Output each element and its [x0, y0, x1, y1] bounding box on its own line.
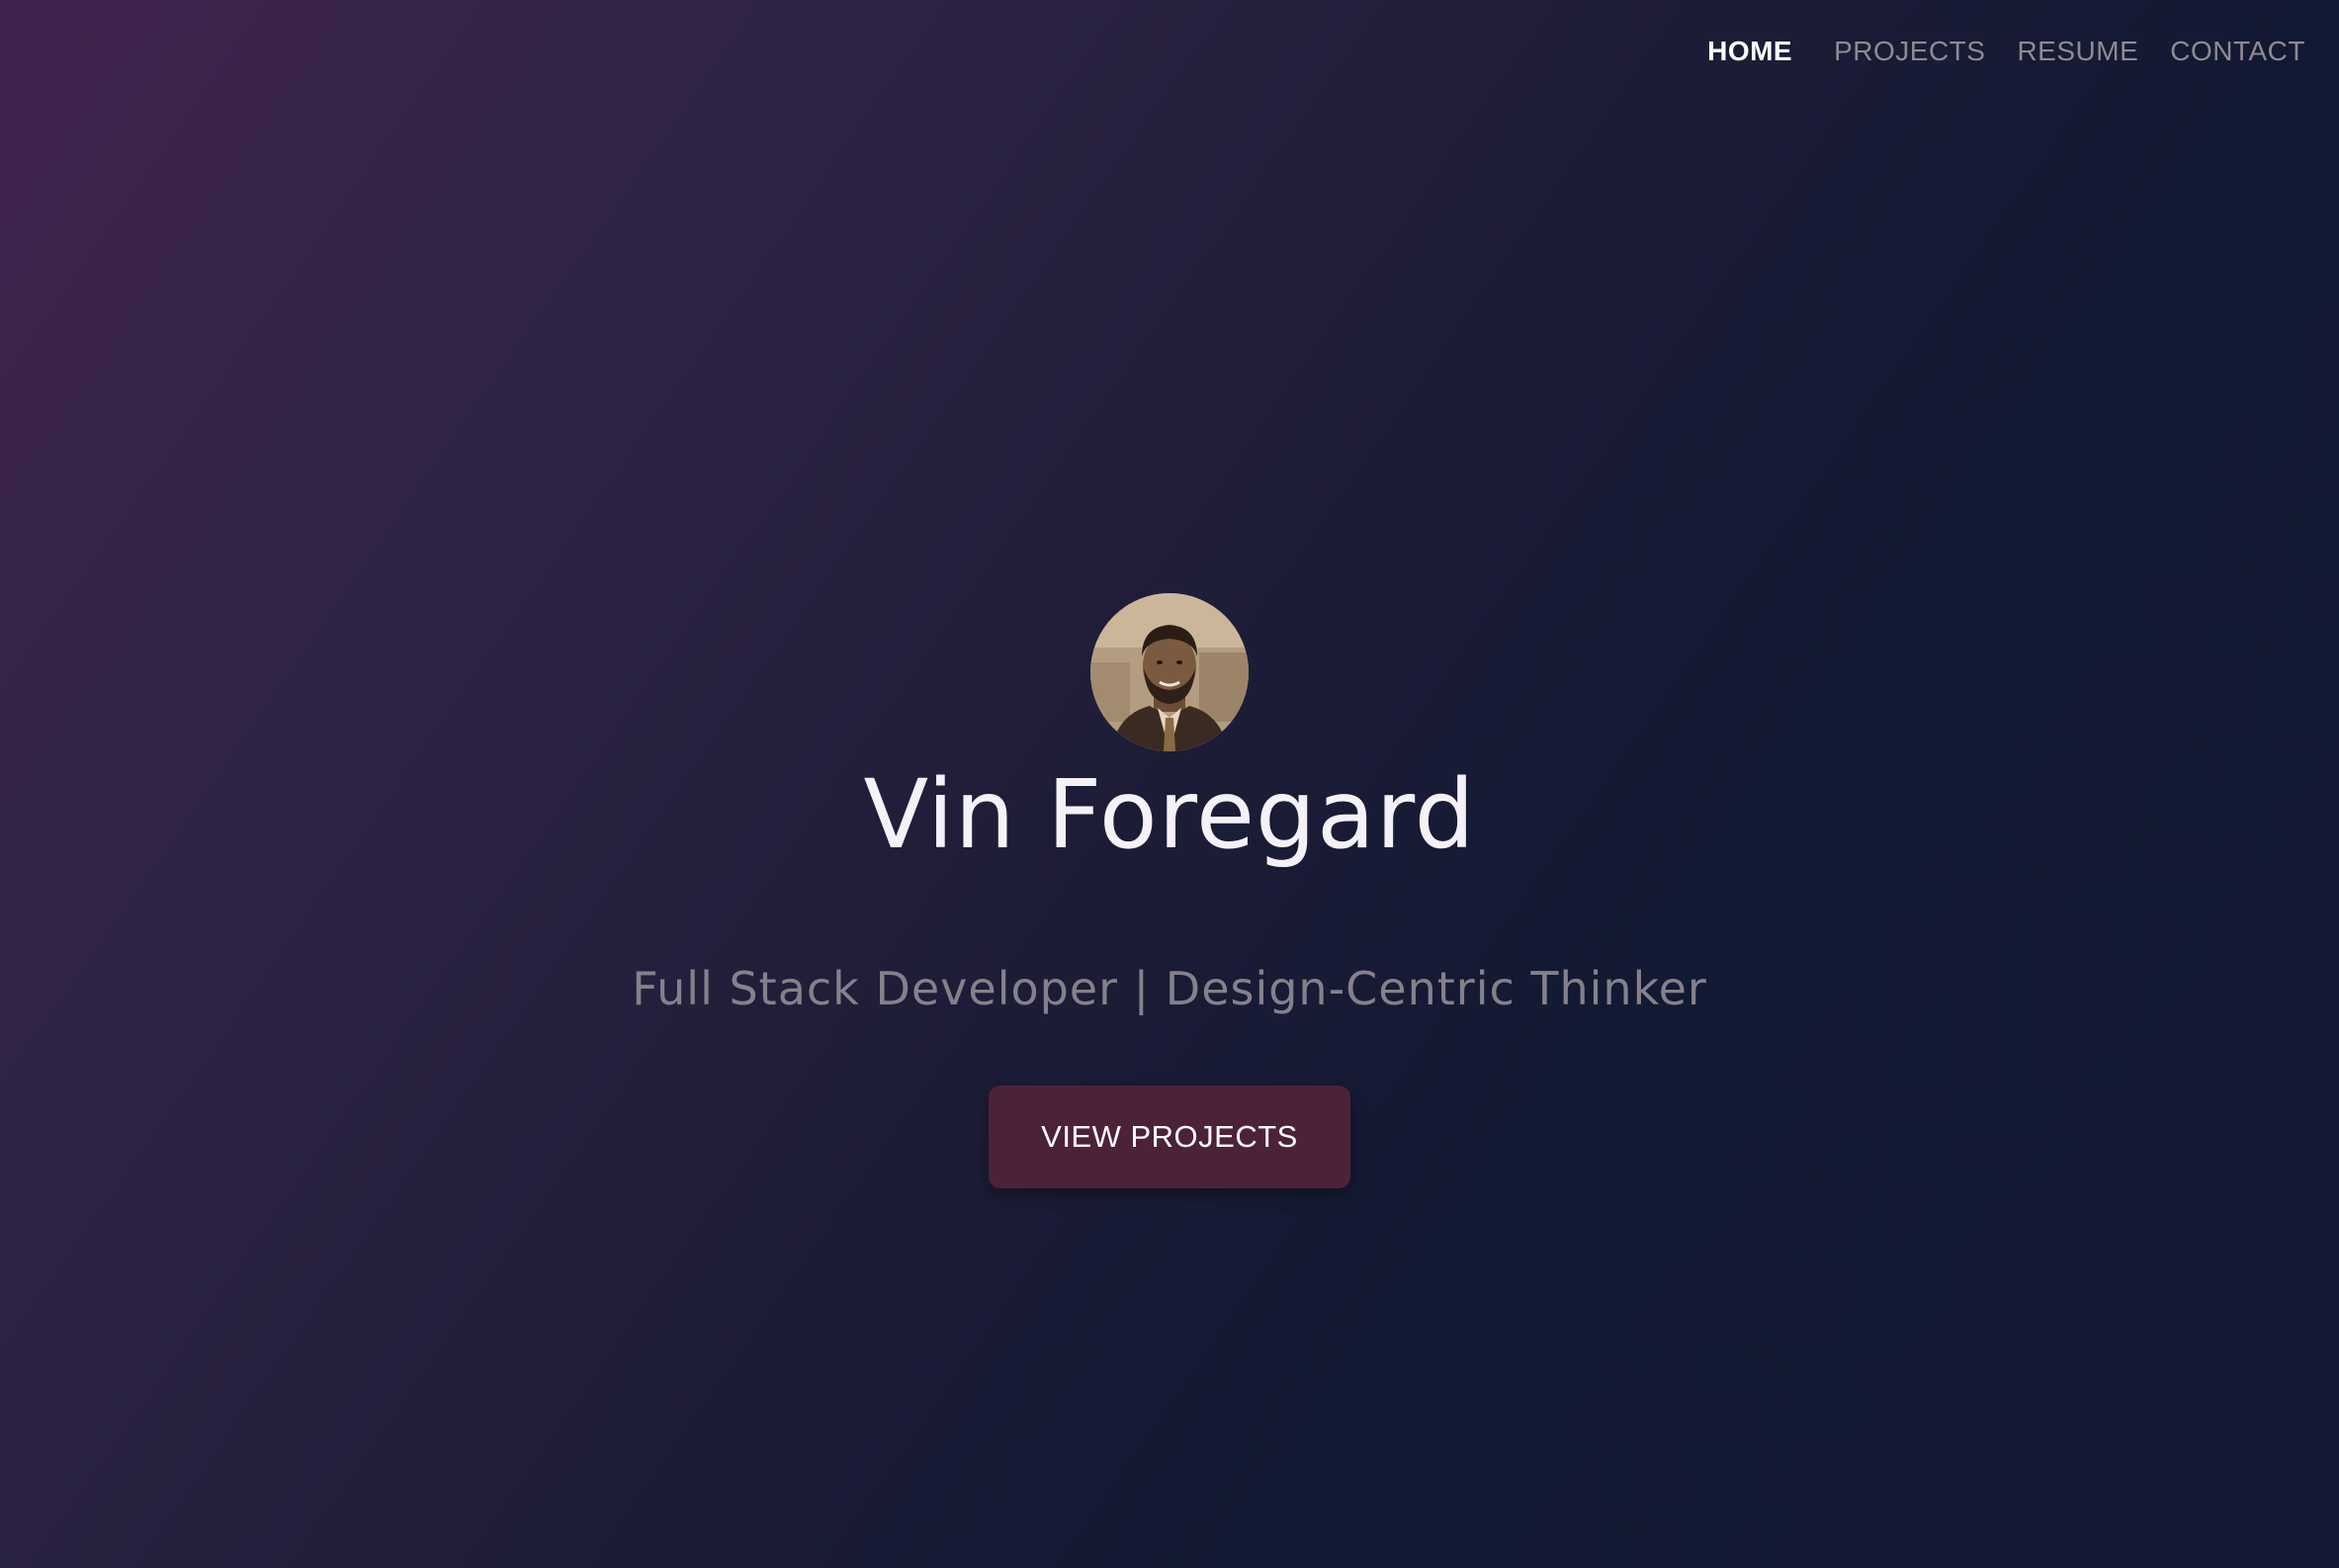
view-projects-button[interactable]: VIEW PROJECTS	[989, 1086, 1350, 1189]
nav-contact[interactable]: CONTACT	[2170, 34, 2305, 69]
profile-name: Vin Foregard	[863, 759, 1476, 870]
top-navigation: HOME PROJECTS RESUME CONTACT	[1676, 34, 2305, 69]
profile-tagline: Full Stack Developer | Design-Centric Th…	[632, 962, 1707, 1016]
hero-section: Vin Foregard Full Stack Developer | Desi…	[0, 593, 2339, 1189]
profile-photo-icon	[1090, 593, 1249, 751]
nav-projects[interactable]: PROJECTS	[1834, 34, 1985, 69]
avatar	[1090, 593, 1249, 751]
nav-resume[interactable]: RESUME	[2017, 34, 2138, 69]
nav-home[interactable]: HOME	[1707, 34, 1792, 69]
portfolio-page: HOME PROJECTS RESUME CONTACT Vin Foregar…	[0, 0, 2339, 1568]
view-projects-label: VIEW PROJECTS	[1041, 1119, 1298, 1155]
